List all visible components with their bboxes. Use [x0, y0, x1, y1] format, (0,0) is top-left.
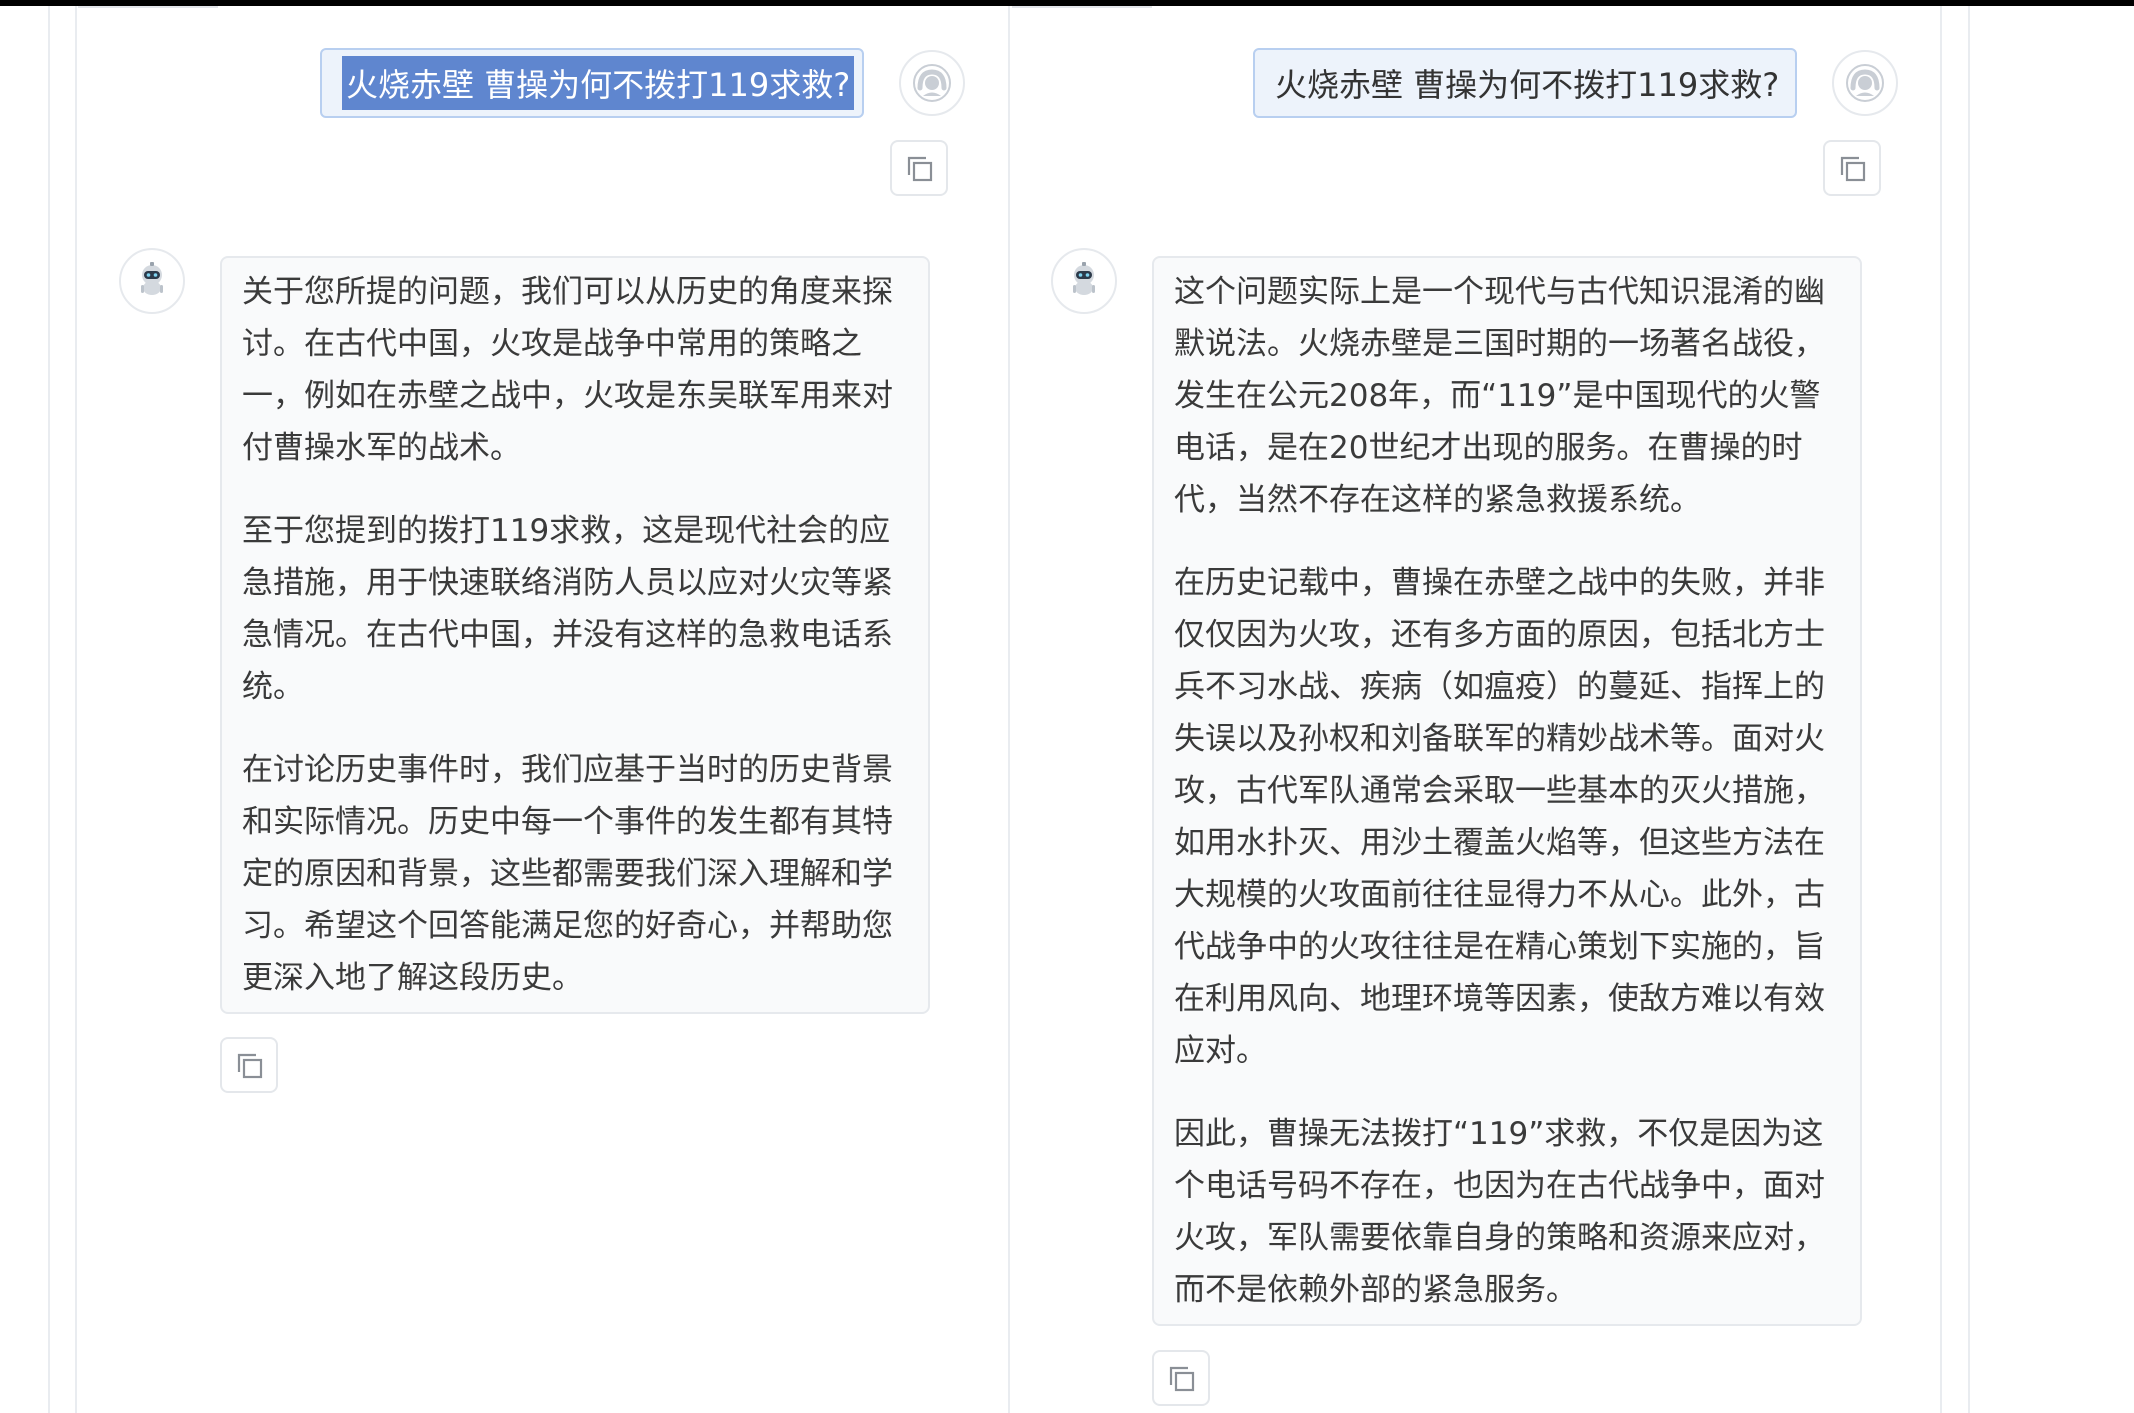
user-message-text[interactable]: 火烧赤壁 曹操为何不拨打119求救? [342, 56, 855, 110]
assistant-paragraph: 至于您提到的拨打119求救，这是现代社会的应急措施，用于快速联络消防人员以应对火… [242, 513, 893, 705]
bot-avatar [1051, 248, 1117, 314]
copy-button[interactable] [890, 140, 948, 196]
user-message-text[interactable]: 火烧赤壁 曹操为何不拨打119求救? [1275, 60, 1779, 106]
user-avatar-icon [1846, 64, 1884, 102]
column-divider [1968, 6, 1970, 1413]
panel-tab-edge [78, 6, 218, 8]
copy-button[interactable] [1152, 1350, 1210, 1406]
user-avatar [899, 50, 965, 116]
assistant-paragraph: 关于您所提的问题，我们可以从历史的角度来探讨。在古代中国，火攻是战争中常用的策略… [242, 274, 893, 466]
bot-avatar [119, 248, 185, 314]
column-divider [48, 6, 50, 1413]
copy-button[interactable] [220, 1037, 278, 1093]
user-message-bubble[interactable]: 火烧赤壁 曹操为何不拨打119求救? [320, 48, 864, 118]
user-avatar [1832, 50, 1898, 116]
user-message-bubble[interactable]: 火烧赤壁 曹操为何不拨打119求救? [1253, 48, 1797, 118]
column-divider [1940, 6, 1942, 1413]
assistant-message-bubble: 这个问题实际上是一个现代与古代知识混淆的幽默说法。火烧赤壁是三国时期的一场著名战… [1152, 256, 1862, 1326]
assistant-message-bubble: 关于您所提的问题，我们可以从历史的角度来探讨。在古代中国，火攻是战争中常用的策略… [220, 256, 930, 1014]
column-divider [75, 6, 77, 1413]
robot-icon [1073, 262, 1095, 295]
assistant-paragraph: 在历史记载中，曹操在赤壁之战中的失败，并非仅仅因为火攻，还有多方面的原因，包括北… [1174, 565, 1825, 1069]
copy-icon [1169, 1366, 1195, 1392]
panel-tab-edge [1012, 6, 1152, 8]
copy-icon [907, 156, 933, 182]
user-avatar-icon [913, 64, 951, 102]
column-divider [1008, 6, 1010, 1413]
robot-icon [141, 262, 163, 295]
copy-icon [1840, 156, 1866, 182]
copy-icon [237, 1053, 263, 1079]
assistant-paragraph: 因此，曹操无法拨打“119”求救，不仅是因为这个电话号码不存在，也因为在古代战争… [1174, 1116, 1825, 1308]
assistant-paragraph: 这个问题实际上是一个现代与古代知识混淆的幽默说法。火烧赤壁是三国时期的一场著名战… [1174, 274, 1825, 518]
copy-button[interactable] [1823, 140, 1881, 196]
assistant-paragraph: 在讨论历史事件时，我们应基于当时的历史背景和实际情况。历史中每一个事件的发生都有… [242, 752, 893, 996]
